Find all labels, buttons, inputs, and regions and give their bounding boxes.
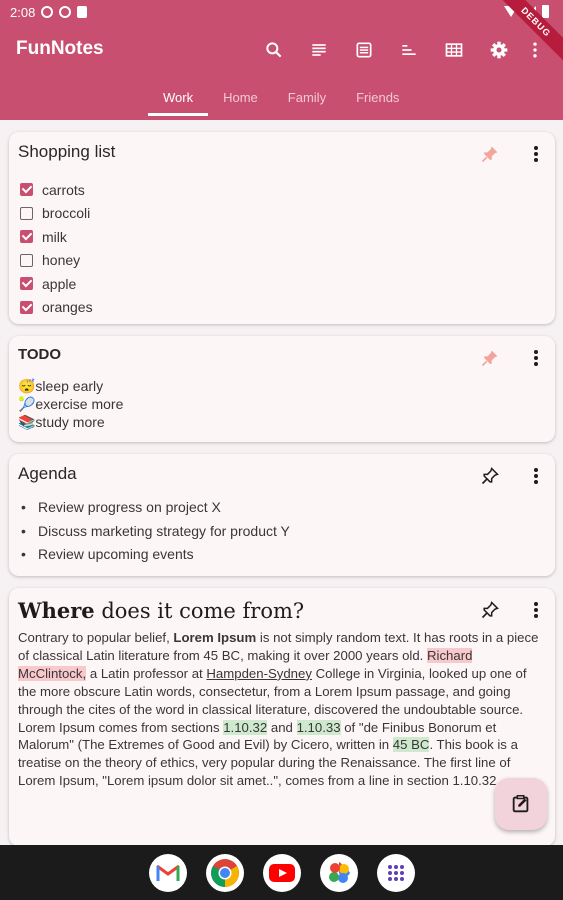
checklist-item[interactable]: broccoli bbox=[18, 202, 545, 226]
todo-body: 😴sleep early 🎾exercise more 📚study more bbox=[18, 377, 545, 431]
search-button[interactable] bbox=[251, 36, 296, 64]
tab-work[interactable]: Work bbox=[148, 86, 209, 116]
gmail-icon[interactable] bbox=[148, 853, 187, 892]
list-item: Discuss marketing strategy for product Y bbox=[18, 523, 545, 547]
toolbar-actions bbox=[251, 36, 549, 64]
todo-line: 📚study more bbox=[18, 414, 105, 430]
checkbox[interactable] bbox=[20, 300, 33, 314]
settings-button[interactable] bbox=[476, 36, 521, 64]
bold-text: Lorem Ipsum bbox=[173, 630, 257, 645]
tab-home[interactable]: Home bbox=[208, 86, 273, 116]
chrome-icon[interactable] bbox=[205, 853, 244, 892]
apps-icon[interactable] bbox=[376, 853, 415, 892]
checklist-item[interactable]: milk bbox=[18, 225, 545, 249]
google-icon bbox=[59, 6, 72, 18]
article-body: Contrary to popular belief, Lorem Ipsum … bbox=[18, 629, 545, 790]
tab-family[interactable]: Family bbox=[273, 86, 341, 116]
todo-line: 😴sleep early bbox=[18, 378, 104, 394]
text: a Latin professor at bbox=[86, 665, 207, 681]
note-menu-button[interactable] bbox=[533, 146, 539, 162]
align-justify-icon bbox=[311, 44, 326, 56]
youtube-icon[interactable] bbox=[262, 853, 301, 892]
note-menu-button[interactable] bbox=[533, 350, 539, 366]
todo-line: 🎾exercise more bbox=[18, 396, 124, 412]
note-menu-button[interactable] bbox=[533, 602, 539, 618]
pin-outline-icon[interactable] bbox=[480, 600, 500, 620]
note-title: Where does it come from? bbox=[18, 598, 545, 623]
tab-friends[interactable]: Friends bbox=[341, 86, 414, 116]
note-title: Agenda bbox=[18, 464, 77, 483]
pin-icon[interactable] bbox=[480, 348, 500, 368]
category-tabs: Work Home Family Friends bbox=[148, 86, 414, 116]
note-menu-button[interactable] bbox=[533, 468, 539, 484]
note-card-agenda[interactable]: Agenda Review progress on project X Disc… bbox=[9, 454, 555, 576]
checklist-item-label: broccoli bbox=[42, 205, 91, 222]
sort-icon bbox=[401, 45, 416, 55]
checklist-item[interactable]: apple bbox=[18, 272, 545, 296]
list-item: Review progress on project X bbox=[18, 499, 545, 523]
status-bar: 2:08 bbox=[0, 0, 563, 24]
checklist-item[interactable]: oranges bbox=[18, 296, 545, 320]
more-vert-icon bbox=[533, 42, 537, 58]
checklist-item-label: carrots bbox=[42, 181, 85, 198]
checkbox[interactable] bbox=[20, 253, 33, 267]
checklist-item[interactable]: honey bbox=[18, 249, 545, 273]
underlined-text: Hampden-Sydney bbox=[206, 665, 312, 681]
photos-icon[interactable] bbox=[319, 853, 358, 892]
title-rest: does it come from? bbox=[94, 599, 305, 623]
app-bar: 2:08 DEBUG FunNotes Work Home Family Fri… bbox=[0, 0, 563, 120]
sort-button[interactable] bbox=[386, 36, 431, 64]
overflow-menu-button[interactable] bbox=[521, 36, 549, 64]
system-dock bbox=[0, 845, 563, 900]
title-bold-part: Where bbox=[18, 598, 95, 623]
note-card-shopping[interactable]: Shopping list carrots broccoli milk hone… bbox=[9, 132, 555, 324]
checklist-item[interactable]: carrots bbox=[18, 178, 545, 202]
highlight-green: 1.10.32 bbox=[223, 719, 268, 735]
gear-icon bbox=[490, 41, 507, 59]
notes-list: Shopping list carrots broccoli milk hone… bbox=[9, 132, 555, 858]
note-card-todo[interactable]: TODO 😴sleep early 🎾exercise more 📚study … bbox=[9, 336, 555, 442]
search-icon bbox=[265, 42, 281, 58]
grid-view-icon bbox=[445, 43, 462, 57]
list-view-button[interactable] bbox=[341, 36, 386, 64]
note-title: Shopping list bbox=[18, 142, 116, 161]
checkbox[interactable] bbox=[20, 206, 33, 220]
grid-view-button[interactable] bbox=[431, 36, 476, 64]
align-justify-button[interactable] bbox=[296, 36, 341, 64]
checklist-item-label: oranges bbox=[42, 299, 93, 316]
list-item: Review upcoming events bbox=[18, 546, 545, 570]
text: Contrary to popular belief, bbox=[18, 630, 174, 645]
edit-note-icon bbox=[512, 795, 529, 813]
status-notification-icon bbox=[41, 6, 54, 18]
checklist-item-label: apple bbox=[42, 275, 77, 292]
checklist-item-label: honey bbox=[42, 252, 81, 269]
checklist: carrots broccoli milk honey apple orange… bbox=[18, 178, 545, 319]
pin-outline-icon[interactable] bbox=[480, 466, 500, 486]
list-view-icon bbox=[356, 42, 371, 58]
note-title: TODO bbox=[18, 346, 62, 363]
pin-icon[interactable] bbox=[480, 144, 500, 164]
highlight-green: 1.10.33 bbox=[296, 719, 341, 735]
checkbox[interactable] bbox=[20, 183, 33, 197]
highlight-green: 45 BC bbox=[392, 737, 430, 753]
sd-card-icon bbox=[77, 6, 88, 18]
battery-icon bbox=[542, 5, 549, 18]
note-card-article[interactable]: Where does it come from? Contrary to pop… bbox=[9, 588, 555, 846]
checkbox[interactable] bbox=[20, 277, 33, 291]
text: and bbox=[267, 719, 297, 735]
app-title: FunNotes bbox=[16, 38, 104, 59]
checkbox[interactable] bbox=[20, 230, 33, 244]
agenda-list: Review progress on project X Discuss mar… bbox=[18, 499, 545, 570]
new-note-fab[interactable] bbox=[495, 778, 547, 830]
checklist-item-label: milk bbox=[42, 228, 67, 245]
status-time: 2:08 bbox=[10, 4, 36, 20]
